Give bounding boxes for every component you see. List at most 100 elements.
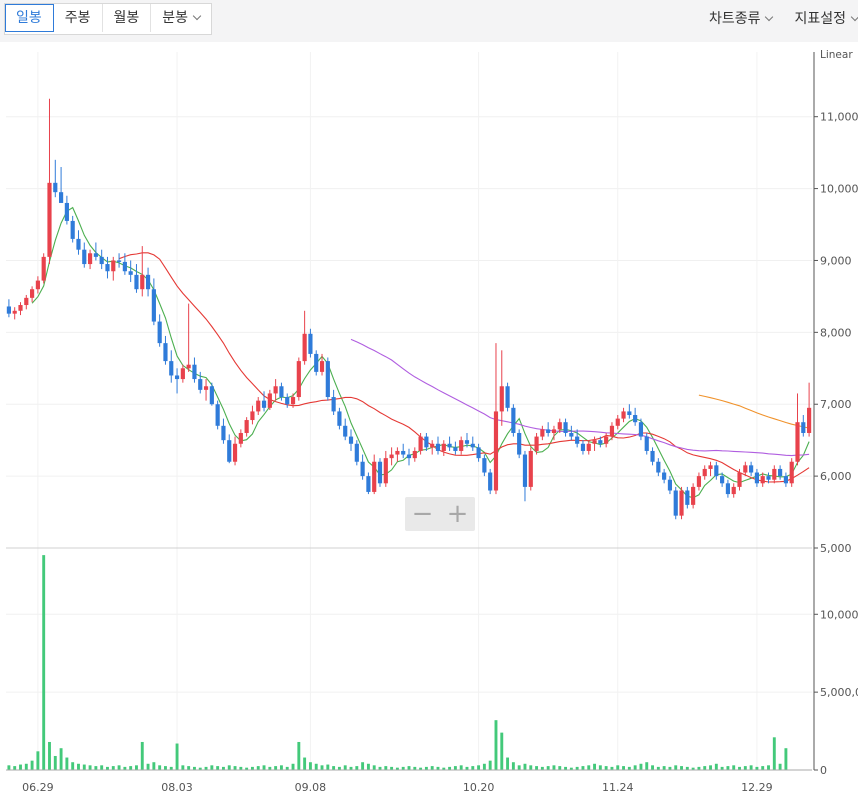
volume-bar <box>581 766 585 770</box>
volume-bar <box>158 765 162 770</box>
volume-bar <box>778 763 782 770</box>
candle-body <box>662 472 667 480</box>
candle-body <box>679 490 684 516</box>
candle-body <box>47 182 52 257</box>
volume-bar <box>471 766 475 770</box>
volume-bar <box>511 762 515 770</box>
candle-body <box>302 333 307 362</box>
volume-bar <box>7 765 11 770</box>
candle-body <box>256 400 261 412</box>
volume-bar <box>332 766 336 770</box>
volume-bar <box>82 764 86 770</box>
candle-body <box>64 202 69 221</box>
volume-bar <box>639 763 643 770</box>
candle-body <box>754 472 760 484</box>
candle-body <box>331 397 336 412</box>
stock-chart[interactable]: Linear 5,000 6,000 7,000 8,000 9,000 10,000 11,… <box>0 0 858 796</box>
candle-body <box>766 476 771 480</box>
candle-body <box>99 256 104 265</box>
candle-body <box>557 422 562 430</box>
candle-body <box>476 447 481 459</box>
candle-body <box>406 454 412 459</box>
volume-bar <box>175 743 179 770</box>
volume-bar <box>506 757 510 770</box>
candle-body <box>789 461 794 484</box>
scale-label: Linear <box>820 49 853 61</box>
price-tick-label: 9,000 <box>820 254 852 267</box>
candle-body <box>372 461 377 492</box>
volume-bar <box>709 765 712 770</box>
candle-body <box>505 386 510 408</box>
volume-bar <box>552 765 556 770</box>
candle-body <box>76 238 81 250</box>
candle-body <box>749 465 754 473</box>
volume-bar <box>703 766 707 770</box>
candle-body <box>296 361 301 398</box>
candle-body <box>157 321 162 344</box>
candle-body <box>209 386 214 405</box>
candle-body <box>232 443 238 462</box>
candle-body <box>174 375 180 380</box>
candle-body <box>337 411 342 426</box>
price-tick-label: 11,000 <box>820 111 858 124</box>
candle-body <box>41 256 46 281</box>
volume-bar <box>500 732 504 770</box>
volume-bar <box>453 766 457 770</box>
candle-body <box>267 393 272 408</box>
candle-body <box>58 192 64 203</box>
volume-bar <box>714 763 718 770</box>
date-tick-label: 08.03 <box>161 781 193 794</box>
volume-bar <box>326 764 330 770</box>
volume-bar <box>784 748 788 770</box>
candle-body <box>87 253 93 265</box>
volume-bar <box>366 763 370 770</box>
candle-body <box>134 274 139 290</box>
period-daily-button[interactable]: 일봉 <box>5 4 54 32</box>
volume-bar <box>732 765 736 770</box>
candle-body <box>586 443 591 451</box>
candle-body <box>482 458 487 473</box>
candle-body <box>696 476 702 487</box>
date-tick-label: 10.20 <box>463 781 495 794</box>
volume-bar <box>587 765 591 770</box>
candle-body <box>644 436 649 451</box>
candle-body <box>778 468 783 477</box>
volume-bar <box>622 766 625 770</box>
volume-bar <box>140 741 144 770</box>
zoom-in-button[interactable]: + <box>440 497 475 531</box>
candle-body <box>737 472 742 487</box>
volume-bar <box>662 766 666 770</box>
candles <box>6 98 812 520</box>
volume-bar <box>645 762 649 770</box>
volume-bar <box>477 765 481 770</box>
candle-body <box>453 447 458 451</box>
volume-bar <box>343 765 347 770</box>
zoom-out-button[interactable]: − <box>405 497 440 531</box>
candle-body <box>418 436 423 451</box>
volume-bar <box>593 763 597 770</box>
candle-body <box>685 490 690 505</box>
candle-body <box>708 465 713 469</box>
candle-body <box>807 407 812 433</box>
volume-bar <box>88 765 92 770</box>
volume-bar <box>459 765 463 770</box>
candle-body <box>592 440 597 444</box>
candle-body <box>447 443 452 448</box>
volume-bar <box>100 765 104 770</box>
volume-bar <box>598 765 602 770</box>
price-tick-label: 6,000 <box>820 470 852 483</box>
candle-body <box>621 411 626 419</box>
candle-body <box>383 458 388 484</box>
volume-bar <box>262 765 266 770</box>
candle-body <box>424 436 429 448</box>
volume-bar <box>535 766 539 770</box>
volume-bar <box>181 765 185 770</box>
candle-body <box>53 182 58 193</box>
volume-bar <box>529 765 533 770</box>
candle-body <box>493 411 499 491</box>
volume-bar <box>187 766 191 770</box>
price-tick-label: 5,000 <box>820 542 852 555</box>
candle-body <box>760 476 765 484</box>
volume-bar <box>216 766 220 770</box>
candle-body <box>615 418 620 426</box>
